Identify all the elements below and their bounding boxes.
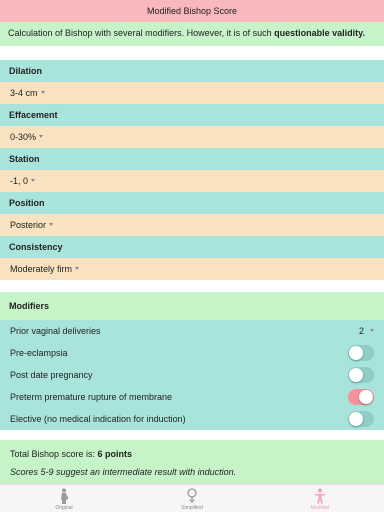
position-select[interactable]: Posterior [0,214,384,236]
prior-deliveries-value: 2 [358,326,364,336]
dilation-header: Dilation [0,60,384,82]
dilation-select[interactable]: 3-4 cm [0,82,384,104]
chevron-down-icon [39,135,44,139]
post-date-row: Post date pregnancy [0,364,384,386]
dilation-value: 3-4 cm [10,88,38,98]
total-score: Total Bishop score is: 6 points [10,440,384,466]
station-header: Station [0,148,384,170]
person-icon [315,488,325,504]
tab-original[interactable]: Original [0,485,128,512]
chevron-down-icon [49,223,54,227]
modifiers-section: Modifiers Prior vaginal deliveries 2 Pre… [0,292,384,430]
total-score-label: Total Bishop score is: [10,449,98,459]
tab-original-label: Original [55,505,73,511]
total-score-value: 6 points [97,449,133,459]
chevron-down-icon [370,328,374,332]
score-interpretation: Scores 5-9 suggest an intermediate resul… [10,467,237,477]
prior-deliveries-label: Prior vaginal deliveries [10,326,101,336]
consistency-select[interactable]: Moderately firm [0,258,384,280]
pre-eclampsia-toggle[interactable] [348,345,374,361]
pprom-label: Preterm premature rupture of membrane [10,392,173,402]
station-value: -1, 0 [10,176,29,186]
effacement-value: 0-30% [10,132,37,142]
spacer [0,46,384,60]
elective-toggle[interactable] [348,411,374,427]
modifiers-header: Modifiers [0,292,384,320]
intro-text: Calculation of Bishop with several modif… [0,22,384,46]
elective-label: Elective (no medical indication for indu… [10,414,186,424]
chevron-down-icon [75,267,80,271]
post-date-toggle[interactable] [348,367,374,383]
pre-eclampsia-label: Pre-eclampsia [10,348,68,358]
pre-eclampsia-row: Pre-eclampsia [0,342,384,364]
post-date-label: Post date pregnancy [10,370,93,380]
tab-modified-label: Modified [310,505,330,511]
pprom-row: Preterm premature rupture of membrane [0,386,384,408]
pregnant-person-icon [61,488,69,504]
intro-plain: Calculation of Bishop with several modif… [8,28,275,38]
tab-simplified-label: Simplified [181,505,203,511]
pprom-toggle[interactable] [348,389,374,405]
tab-simplified[interactable]: Simplified [128,485,256,512]
effacement-header: Effacement [0,104,384,126]
page-title: Modified Bishop Score [0,0,384,22]
position-header: Position [0,192,384,214]
result-panel: Total Bishop score is: 6 points Scores 5… [0,440,384,484]
intro-bold: questionable validity. [274,28,365,38]
prior-deliveries-row[interactable]: Prior vaginal deliveries 2 [0,320,384,342]
tab-bar: Original Simplified Modified [0,484,384,512]
chevron-down-icon [40,91,45,95]
prior-deliveries-select[interactable]: 2 [359,320,374,342]
elective-row: Elective (no medical indication for indu… [0,408,384,430]
consistency-value: Moderately firm [10,264,73,274]
station-select[interactable]: -1, 0 [0,170,384,192]
chevron-down-icon [31,179,36,183]
effacement-select[interactable]: 0-30% [0,126,384,148]
female-symbol-icon [187,488,197,503]
bishop-form: Dilation 3-4 cm Effacement 0-30% Station… [0,46,384,280]
consistency-header: Consistency [0,236,384,258]
tab-modified[interactable]: Modified [256,485,384,512]
position-value: Posterior [10,220,47,230]
